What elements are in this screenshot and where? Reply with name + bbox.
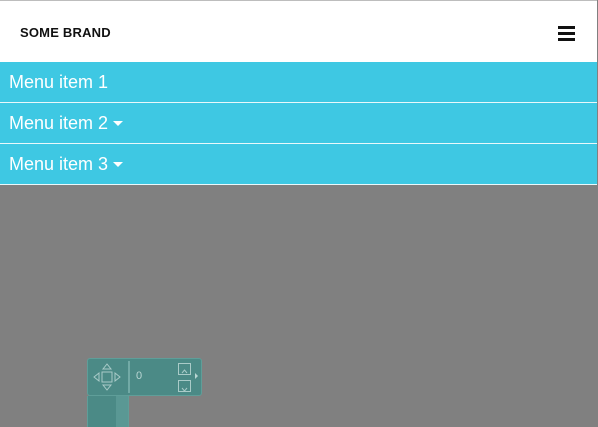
dpad-move-icon[interactable] bbox=[92, 363, 122, 391]
hamburger-icon[interactable] bbox=[558, 26, 575, 42]
brand-logo[interactable]: SOME BRAND bbox=[20, 25, 111, 40]
widget-value: 0 bbox=[136, 370, 143, 382]
menu-item-2[interactable]: Menu item 2 bbox=[0, 103, 597, 144]
hamburger-line bbox=[558, 32, 575, 35]
page-down-icon[interactable] bbox=[178, 380, 191, 392]
floating-control-widget: 0 bbox=[87, 358, 202, 396]
widget-divider bbox=[128, 361, 130, 393]
menu-item-label: Menu item 1 bbox=[9, 72, 109, 92]
menu-item-label: Menu item 3 bbox=[9, 154, 109, 174]
page-up-icon[interactable] bbox=[178, 363, 191, 375]
menu-item-1[interactable]: Menu item 1 bbox=[0, 62, 597, 103]
widget-drag-handle[interactable] bbox=[87, 396, 129, 427]
menu-item-label: Menu item 2 bbox=[9, 113, 109, 133]
caret-down-icon bbox=[113, 161, 124, 167]
expand-arrow-icon[interactable] bbox=[195, 373, 198, 379]
nav-menu: Menu item 1 Menu item 2 Menu item 3 bbox=[0, 62, 597, 185]
hamburger-line bbox=[558, 26, 575, 29]
hamburger-line bbox=[558, 38, 575, 41]
caret-down-icon bbox=[113, 120, 124, 126]
navbar: SOME BRAND bbox=[0, 0, 597, 62]
page: SOME BRAND Menu item 1 Menu item 2 Menu … bbox=[0, 0, 598, 427]
menu-item-3[interactable]: Menu item 3 bbox=[0, 144, 597, 185]
